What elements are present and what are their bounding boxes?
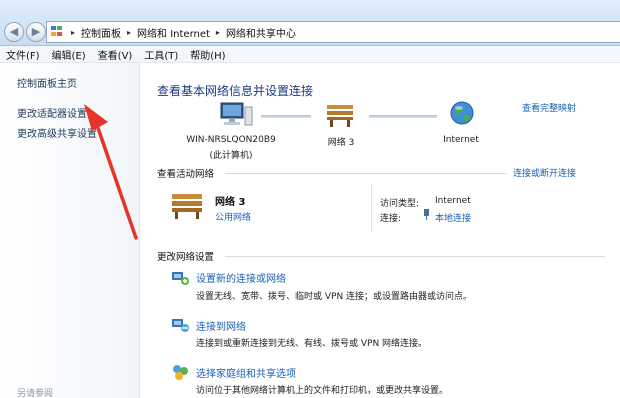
section-divider bbox=[371, 184, 372, 232]
network-type-link[interactable]: 公用网络 bbox=[215, 210, 251, 223]
access-type-value: Internet bbox=[435, 196, 471, 206]
address-bar: ◀ ▶ ▸ 控制面板 ▸ 网络和 Internet ▸ 网络和共享中心 bbox=[0, 0, 620, 46]
internet-globe-icon bbox=[450, 101, 474, 125]
breadcrumb-arrow-icon: ▸ bbox=[71, 27, 76, 37]
menu-help[interactable]: 帮助(H) bbox=[184, 47, 231, 62]
breadcrumb-control-panel[interactable]: 控制面板 bbox=[81, 25, 121, 40]
active-network-name: 网络 3 bbox=[215, 197, 246, 208]
bench-icon bbox=[327, 105, 353, 127]
homegroup-sharing-desc: 访问位于其他网络计算机上的文件和打印机，或更改共享设置。 bbox=[196, 386, 449, 396]
sidebar-item-home[interactable]: 控制面板主页 bbox=[17, 75, 77, 90]
menu-tools[interactable]: 工具(T) bbox=[138, 47, 184, 62]
forward-button[interactable]: ▶ bbox=[26, 22, 46, 42]
breadcrumb-arrow-icon: ▸ bbox=[215, 27, 220, 37]
active-networks-heading: 查看活动网络 bbox=[157, 169, 215, 180]
connection-label: 连接: bbox=[380, 214, 402, 224]
new-connection-icon bbox=[172, 272, 189, 285]
breadcrumb-arrow-icon: ▸ bbox=[127, 27, 132, 37]
setup-new-connection-link[interactable]: 设置新的连接或网络 bbox=[196, 270, 286, 285]
homegroup-icon bbox=[173, 365, 188, 380]
connect-disconnect-link[interactable]: 连接或断开连接 bbox=[513, 166, 576, 179]
control-panel-icon bbox=[51, 26, 65, 38]
computer-icon bbox=[220, 102, 253, 126]
access-type-label: 访问类型: bbox=[380, 199, 420, 209]
ethernet-icon bbox=[423, 209, 430, 220]
internet-node-label: Internet bbox=[443, 135, 479, 145]
map-connection-line bbox=[369, 115, 437, 118]
section-divider bbox=[225, 256, 605, 257]
sidebar-item-change-adapter[interactable]: 更改适配器设置 bbox=[17, 105, 87, 120]
homegroup-sharing-link[interactable]: 选择家庭组和共享选项 bbox=[196, 365, 296, 380]
local-connection-link[interactable]: 本地连接 bbox=[435, 211, 471, 224]
menu-view[interactable]: 查看(V) bbox=[92, 47, 139, 62]
network-bench-icon bbox=[172, 194, 202, 219]
breadcrumb-network-internet[interactable]: 网络和 Internet bbox=[137, 25, 210, 40]
menu-bar: 文件(F) 编辑(E) 查看(V) 工具(T) 帮助(H) bbox=[0, 46, 620, 63]
computer-name-label: WIN-NRSLQON20B9 bbox=[186, 135, 276, 145]
network-node-label: 网络 3 bbox=[327, 138, 355, 148]
setup-new-connection-desc: 设置无线、宽带、拨号、临时或 VPN 连接；或设置路由器或访问点。 bbox=[196, 292, 473, 302]
change-settings-heading: 更改网络设置 bbox=[157, 252, 215, 263]
main-content: 查看基本网络信息并设置连接 查看完整映射 WIN-NRSLQON20B9 (此计… bbox=[141, 63, 620, 398]
connect-to-network-desc: 连接到或重新连接到无线、有线、拨号或 VPN 网络连接。 bbox=[196, 339, 428, 349]
computer-sub-label: (此计算机) bbox=[209, 151, 253, 161]
map-connection-line bbox=[261, 115, 311, 118]
address-field[interactable]: ▸ 控制面板 ▸ 网络和 Internet ▸ 网络和共享中心 bbox=[46, 21, 620, 43]
breadcrumb-sharing-center[interactable]: 网络和共享中心 bbox=[226, 25, 296, 40]
section-divider bbox=[225, 173, 507, 174]
connect-to-network-link[interactable]: 连接到网络 bbox=[196, 318, 246, 333]
sidebar: 控制面板主页 更改适配器设置 更改高级共享设置 另请参阅 bbox=[0, 63, 140, 398]
sidebar-item-advanced-sharing[interactable]: 更改高级共享设置 bbox=[17, 125, 97, 140]
see-also-heading: 另请参阅 bbox=[17, 389, 54, 398]
menu-edit[interactable]: 编辑(E) bbox=[46, 47, 92, 62]
menu-file[interactable]: 文件(F) bbox=[0, 47, 46, 62]
connect-network-icon bbox=[172, 319, 189, 332]
back-button[interactable]: ◀ bbox=[4, 22, 24, 42]
